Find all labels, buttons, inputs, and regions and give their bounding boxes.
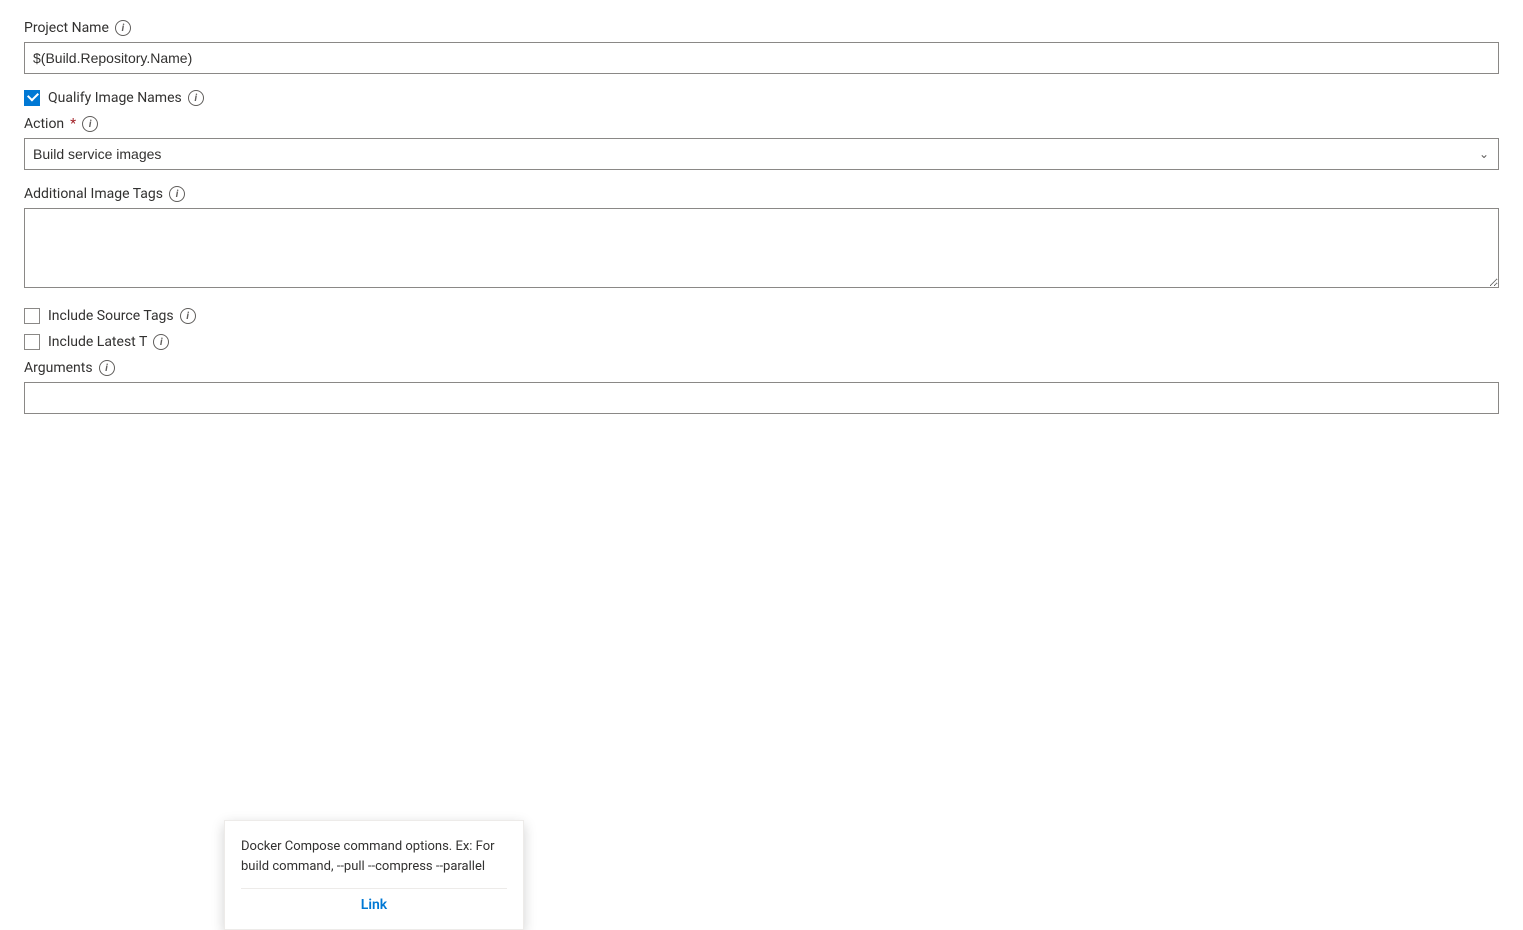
qualify-image-names-row: Qualify Image Names i xyxy=(24,90,1499,106)
additional-image-tags-label-text: Additional Image Tags xyxy=(24,186,163,202)
arguments-group: Arguments i Docker Compose command optio… xyxy=(24,360,1499,414)
include-source-tags-info-icon[interactable]: i xyxy=(180,308,196,324)
action-group: Action * i Build service images Push ser… xyxy=(24,116,1499,170)
action-info-icon[interactable]: i xyxy=(82,116,98,132)
additional-image-tags-group: Additional Image Tags i xyxy=(24,186,1499,292)
include-latest-tags-label: Include Latest T i xyxy=(48,334,169,350)
project-name-input[interactable] xyxy=(24,42,1499,74)
include-latest-tags-info-icon[interactable]: i xyxy=(153,334,169,350)
include-source-tags-checkbox[interactable] xyxy=(24,308,40,324)
tooltip-link[interactable]: Link xyxy=(361,897,387,913)
project-name-group: Project Name i xyxy=(24,20,1499,74)
qualify-image-names-checkbox[interactable] xyxy=(24,90,40,106)
tooltip-link-container: Link xyxy=(241,888,507,913)
include-source-tags-text: Include Source Tags xyxy=(48,308,174,324)
project-name-label: Project Name i xyxy=(24,20,1499,36)
include-latest-tags-text: Include Latest T xyxy=(48,334,147,350)
qualify-image-names-info-icon[interactable]: i xyxy=(188,90,204,106)
include-source-tags-label: Include Source Tags i xyxy=(48,308,196,324)
arguments-info-icon[interactable]: i xyxy=(99,360,115,376)
include-latest-tags-checkbox[interactable] xyxy=(24,334,40,350)
project-name-info-icon[interactable]: i xyxy=(115,20,131,36)
include-latest-tags-row: Include Latest T i xyxy=(24,334,1499,350)
include-source-tags-row: Include Source Tags i xyxy=(24,308,1499,324)
arguments-tooltip-popup: Docker Compose command options. Ex: For … xyxy=(224,820,524,930)
action-label: Action * i xyxy=(24,116,1499,132)
tooltip-body-text: Docker Compose command options. Ex: For … xyxy=(241,837,507,876)
arguments-label-text: Arguments xyxy=(24,360,93,376)
arguments-label: Arguments i xyxy=(24,360,1499,376)
action-required-star: * xyxy=(70,116,76,132)
action-select-wrapper: Build service images Push service images… xyxy=(24,138,1499,170)
qualify-image-names-label: Qualify Image Names i xyxy=(48,90,204,106)
project-name-label-text: Project Name xyxy=(24,20,109,36)
action-label-text: Action xyxy=(24,116,64,132)
arguments-input[interactable] xyxy=(24,382,1499,414)
action-select[interactable]: Build service images Push service images… xyxy=(24,138,1499,170)
additional-image-tags-label: Additional Image Tags i xyxy=(24,186,1499,202)
additional-image-tags-textarea[interactable] xyxy=(24,208,1499,288)
qualify-image-names-text: Qualify Image Names xyxy=(48,90,182,106)
additional-image-tags-info-icon[interactable]: i xyxy=(169,186,185,202)
